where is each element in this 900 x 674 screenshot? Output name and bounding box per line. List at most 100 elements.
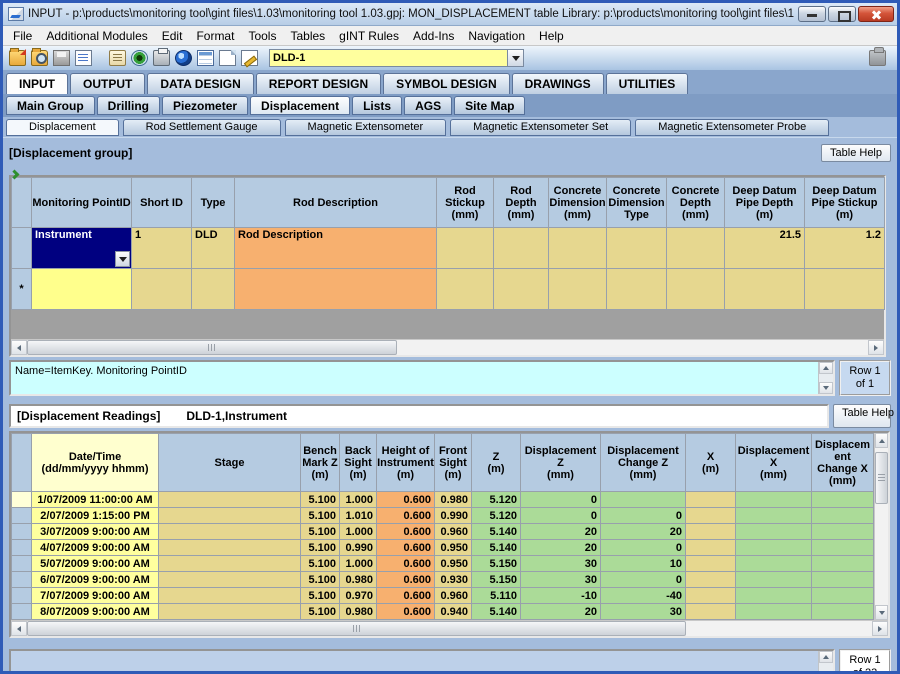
cell-bench-mark-z[interactable]: 5.100 [301, 572, 340, 588]
menu-help[interactable]: Help [532, 27, 571, 45]
tab-main-group[interactable]: Main Group [6, 96, 95, 115]
cell-displacement-change-z[interactable]: 0 [601, 572, 686, 588]
file-browse-icon[interactable] [31, 50, 48, 66]
cell-displacement-z[interactable]: 0 [521, 492, 601, 508]
new-cell-type[interactable] [192, 269, 235, 310]
new-cell-rod-stickup[interactable] [437, 269, 494, 310]
scrollbar-thumb[interactable] [875, 452, 888, 504]
tab-utilities[interactable]: UTILITIES [606, 73, 689, 94]
cell-stage[interactable] [159, 588, 301, 604]
cell-stage[interactable] [159, 572, 301, 588]
scroll-right-button[interactable] [872, 621, 888, 636]
cell-displacement-z[interactable]: 30 [521, 572, 601, 588]
cell-z[interactable]: 5.110 [472, 588, 521, 604]
table-icon[interactable] [197, 50, 214, 66]
scroll-left-button[interactable] [11, 340, 27, 355]
tab-data-design[interactable]: DATA DESIGN [147, 73, 253, 94]
cell-stage[interactable] [159, 508, 301, 524]
row-selector[interactable] [12, 604, 32, 620]
subtab-magnetic-extensometer[interactable]: Magnetic Extensometer [285, 119, 447, 136]
cell-displacement-z[interactable]: 30 [521, 556, 601, 572]
cell-displacement-change-x[interactable] [812, 492, 874, 508]
cell-back-sight[interactable]: 1.000 [340, 492, 377, 508]
cell-date-time[interactable]: 4/07/2009 9:00:00 AM [32, 540, 159, 556]
cell-deep-datum-pipe-depth[interactable]: 21.5 [725, 228, 805, 269]
menu-navigation[interactable]: Navigation [461, 27, 532, 45]
globe-icon[interactable] [175, 50, 192, 66]
cell-height-of-instrument[interactable]: 0.600 [377, 604, 435, 620]
cell-height-of-instrument[interactable]: 0.600 [377, 524, 435, 540]
cell-z[interactable]: 5.140 [472, 540, 521, 556]
cell-displacement-z[interactable]: 20 [521, 604, 601, 620]
menu-add-ins[interactable]: Add-Ins [406, 27, 461, 45]
scrollbar-thumb[interactable] [27, 621, 686, 636]
preview-icon[interactable] [109, 50, 126, 66]
cell-displacement-x[interactable] [736, 604, 812, 620]
new-cell-deep-datum-pipe-depth[interactable] [725, 269, 805, 310]
cell-bench-mark-z[interactable]: 5.100 [301, 588, 340, 604]
new-cell-concrete-dimension-type[interactable] [607, 269, 667, 310]
row-selector[interactable] [12, 524, 32, 540]
new-cell-rod-description[interactable] [235, 269, 437, 310]
cell-displacement-z[interactable]: 0 [521, 508, 601, 524]
tab-output[interactable]: OUTPUT [70, 73, 145, 94]
cell-date-time[interactable]: 6/07/2009 9:00:00 AM [32, 572, 159, 588]
properties-icon[interactable] [75, 50, 92, 66]
cell-z[interactable]: 5.140 [472, 524, 521, 540]
status-scroll-up[interactable] [819, 651, 833, 663]
cell-back-sight[interactable]: 1.010 [340, 508, 377, 524]
cell-x[interactable] [686, 508, 736, 524]
scroll-up-button[interactable] [875, 433, 888, 448]
cell-type[interactable]: DLD [192, 228, 235, 269]
subtab-magnetic-extensometer-probe[interactable]: Magnetic Extensometer Probe [635, 119, 829, 136]
cell-bench-mark-z[interactable]: 5.100 [301, 508, 340, 524]
tab-site-map[interactable]: Site Map [454, 96, 525, 115]
cell-bench-mark-z[interactable]: 5.100 [301, 556, 340, 572]
cell-stage[interactable] [159, 604, 301, 620]
cell-x[interactable] [686, 540, 736, 556]
cell-back-sight[interactable]: 0.980 [340, 604, 377, 620]
cell-height-of-instrument[interactable]: 0.600 [377, 540, 435, 556]
save-icon[interactable] [53, 50, 70, 66]
cell-back-sight[interactable]: 1.000 [340, 556, 377, 572]
cell-z[interactable]: 5.140 [472, 604, 521, 620]
point-selector-combobox[interactable]: DLD-1 [269, 49, 524, 67]
view-icon[interactable] [131, 50, 148, 66]
row-selector[interactable] [12, 228, 32, 269]
cell-displacement-change-z[interactable]: 20 [601, 524, 686, 540]
cell-displacement-x[interactable] [736, 556, 812, 572]
cell-bench-mark-z[interactable]: 5.100 [301, 604, 340, 620]
cell-bench-mark-z[interactable]: 5.100 [301, 540, 340, 556]
menu-tables[interactable]: Tables [283, 27, 332, 45]
readings-vertical-scrollbar[interactable] [874, 433, 888, 620]
menu-format[interactable]: Format [189, 27, 241, 45]
new-document-icon[interactable] [219, 50, 236, 66]
cell-displacement-change-x[interactable] [812, 556, 874, 572]
cell-displacement-change-z[interactable]: 0 [601, 508, 686, 524]
tab-displacement[interactable]: Displacement [250, 96, 350, 115]
tab-lists[interactable]: Lists [352, 96, 402, 115]
cell-bench-mark-z[interactable]: 5.100 [301, 492, 340, 508]
cell-z[interactable]: 5.150 [472, 556, 521, 572]
row-selector[interactable] [12, 572, 32, 588]
menu-file[interactable]: File [6, 27, 39, 45]
cell-z[interactable]: 5.120 [472, 492, 521, 508]
cell-x[interactable] [686, 588, 736, 604]
table-help-button-bottom[interactable]: Table Help [833, 404, 891, 428]
new-cell-short-id[interactable] [132, 269, 192, 310]
cell-date-time[interactable]: 8/07/2009 9:00:00 AM [32, 604, 159, 620]
menu-tools[interactable]: Tools [241, 27, 283, 45]
cell-x[interactable] [686, 492, 736, 508]
cell-concrete-dimension[interactable] [549, 228, 607, 269]
cell-displacement-change-z[interactable]: 10 [601, 556, 686, 572]
tab-drawings[interactable]: DRAWINGS [512, 73, 604, 94]
print-icon[interactable] [153, 50, 170, 66]
new-cell-monitoring-pointid[interactable] [32, 269, 132, 310]
cell-displacement-x[interactable] [736, 492, 812, 508]
cell-displacement-x[interactable] [736, 540, 812, 556]
cell-front-sight[interactable]: 0.960 [435, 524, 472, 540]
cell-displacement-change-x[interactable] [812, 588, 874, 604]
menu-gint-rules[interactable]: gINT Rules [332, 27, 406, 45]
cell-front-sight[interactable]: 0.980 [435, 492, 472, 508]
cell-front-sight[interactable]: 0.950 [435, 556, 472, 572]
